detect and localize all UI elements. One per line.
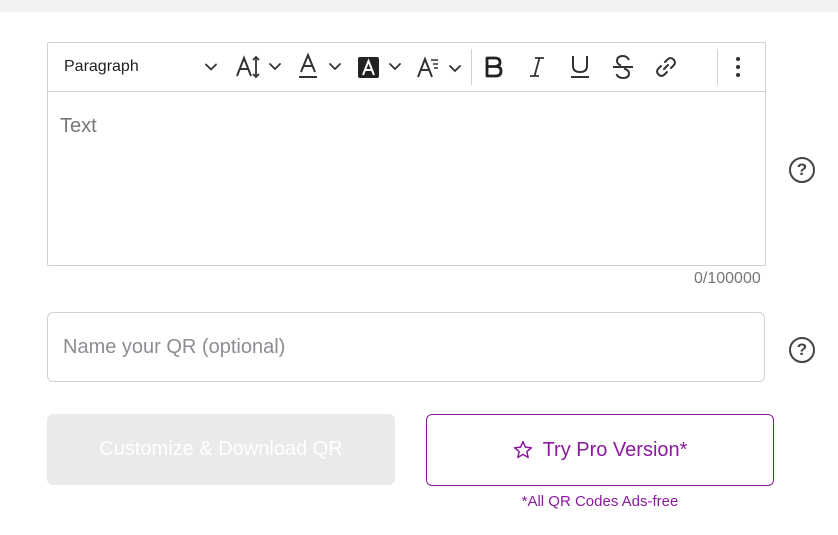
try-pro-label: Try Pro Version* — [542, 438, 688, 461]
help-icon[interactable]: ? — [789, 157, 815, 183]
bold-button[interactable] — [484, 43, 508, 91]
text-style-dropdown[interactable] — [417, 43, 465, 91]
bold-icon — [485, 56, 503, 78]
highlight-dropdown[interactable] — [358, 43, 404, 91]
try-pro-button[interactable]: Try Pro Version* — [426, 414, 774, 486]
italic-button[interactable] — [527, 43, 549, 91]
character-counter: 0/100000 — [694, 270, 761, 287]
editor-placeholder[interactable]: Text — [60, 115, 97, 138]
link-button[interactable] — [654, 43, 678, 91]
italic-icon — [530, 57, 544, 77]
text-color-dropdown[interactable] — [299, 43, 345, 91]
strikethrough-icon — [613, 54, 633, 80]
strikethrough-button[interactable] — [612, 43, 634, 91]
font-size-dropdown[interactable] — [236, 43, 284, 91]
chevron-down-icon — [205, 63, 217, 71]
paragraph-select-label: Paragraph — [64, 58, 139, 75]
toolbar-divider — [471, 49, 472, 85]
qr-name-input[interactable] — [47, 312, 765, 382]
paragraph-select[interactable]: Paragraph — [64, 43, 218, 91]
pro-note: *All QR Codes Ads-free — [521, 493, 679, 510]
text-editor: Paragraph Text — [47, 42, 766, 266]
star-icon — [513, 440, 532, 459]
underline-button[interactable] — [569, 43, 591, 91]
font-size-icon — [236, 55, 281, 79]
help-icon[interactable]: ? — [789, 337, 815, 363]
more-options-button[interactable] — [734, 43, 748, 91]
link-icon — [656, 57, 676, 77]
text-style-icon — [417, 56, 461, 78]
more-vertical-icon — [736, 57, 740, 77]
customize-download-button[interactable]: Customize & Download QR — [47, 414, 395, 485]
editor-toolbar: Paragraph — [48, 43, 765, 92]
underline-icon — [571, 56, 589, 78]
text-color-icon — [299, 53, 341, 78]
highlight-icon — [358, 57, 401, 78]
top-bar — [0, 0, 838, 12]
toolbar-divider — [717, 49, 718, 85]
